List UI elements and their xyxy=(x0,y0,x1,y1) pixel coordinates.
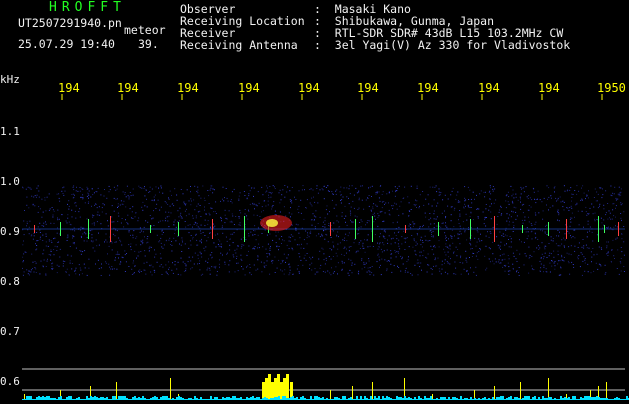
meteor-ping xyxy=(212,219,213,239)
meteor-core xyxy=(266,219,278,227)
time-tick: 194 xyxy=(538,81,560,95)
antenna-label: Receiving Antenna xyxy=(180,38,298,52)
time-tick: 194 xyxy=(417,81,439,95)
meteor-ping xyxy=(88,219,89,239)
noise-band xyxy=(22,185,625,276)
activity-bar xyxy=(274,378,277,400)
activity-bar xyxy=(330,390,331,400)
unit-label: kHz xyxy=(0,73,20,86)
activity-bar xyxy=(548,378,549,400)
meteor-ping xyxy=(548,222,549,236)
meteor-ping xyxy=(522,225,523,233)
activity-bar xyxy=(520,382,521,400)
meteor-ping xyxy=(470,219,471,239)
freq-tick-0-9: 0.9 xyxy=(0,225,20,238)
activity-bar xyxy=(286,374,289,400)
time-tick: 194 xyxy=(117,81,139,95)
meteor-ping xyxy=(150,225,151,233)
meteor-ping xyxy=(60,222,61,236)
antenna-value: : 3el Yagi(V) Az 330 for Vladivostok xyxy=(314,38,571,52)
count-value: 39. xyxy=(138,37,159,51)
meteor-ping xyxy=(438,222,439,236)
mode-label: meteor xyxy=(124,23,166,37)
activity-bar xyxy=(170,378,171,400)
time-tick: 194 xyxy=(357,81,379,95)
meteor-ping xyxy=(618,222,619,236)
spectrogram-canvas xyxy=(22,94,629,400)
meteor-ping xyxy=(330,222,331,236)
meteor-ping xyxy=(604,225,605,233)
freq-tick-1-0: 1.0 xyxy=(0,175,20,188)
time-tick: 194 xyxy=(238,81,260,95)
meteor-ping xyxy=(244,216,245,242)
activity-bar xyxy=(116,382,117,400)
freq-tick-0-8: 0.8 xyxy=(0,275,20,288)
time-tick: 194 xyxy=(298,81,320,95)
spectrogram-panel: kHz 1.1 1.0 0.9 0.8 0.7 0.6 194 194 194 … xyxy=(0,70,629,400)
activity-bar xyxy=(352,386,353,400)
activity-bar xyxy=(265,378,268,400)
time-tick: 194 xyxy=(58,81,80,95)
meteor-ping xyxy=(494,216,495,242)
file-name: UT2507291940.pn xyxy=(18,16,122,30)
activity-bar xyxy=(606,382,607,400)
activity-bar xyxy=(268,374,271,400)
meteor-ping xyxy=(566,219,567,239)
meteor-ping xyxy=(178,222,179,236)
meteor-ping xyxy=(34,225,35,233)
activity-baseline xyxy=(22,396,629,400)
time-tick: 1950 xyxy=(597,81,626,95)
header-panel: HROFFT UT2507291940.pn meteor 25.07.29 1… xyxy=(0,0,629,70)
freq-tick-0-6: 0.6 xyxy=(0,375,20,388)
time-tick: 194 xyxy=(177,81,199,95)
time-tick: 194 xyxy=(478,81,500,95)
activity-bar xyxy=(271,382,274,400)
activity-bar xyxy=(372,382,373,400)
freq-tick-0-7: 0.7 xyxy=(0,325,20,338)
freq-tick-1-1: 1.1 xyxy=(0,125,20,138)
date-time: 25.07.29 19:40 xyxy=(18,37,115,51)
meteor-ping xyxy=(405,225,406,233)
app-logo: HROFFT xyxy=(49,0,126,15)
activity-bar xyxy=(494,386,495,400)
meteor-ping xyxy=(598,216,599,242)
meteor-ping xyxy=(372,216,373,242)
meteor-ping xyxy=(110,216,111,242)
meteor-ping xyxy=(355,219,356,239)
